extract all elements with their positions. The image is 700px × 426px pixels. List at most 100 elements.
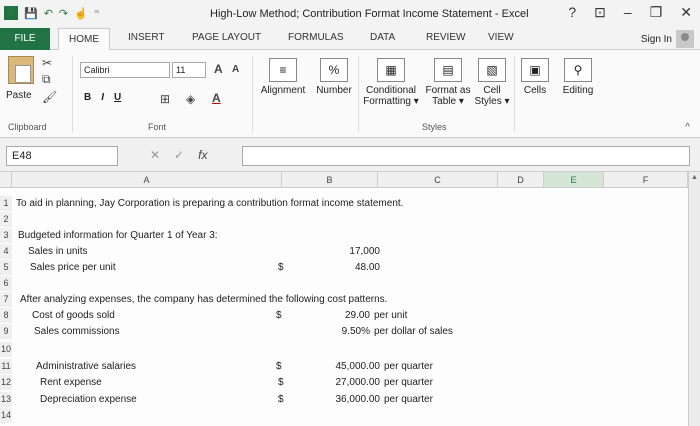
row-header[interactable]: 3 bbox=[0, 228, 12, 243]
column-header-d[interactable]: D bbox=[498, 172, 544, 188]
row-header[interactable]: 1 bbox=[0, 196, 12, 211]
cell-b5[interactable]: 48.00 bbox=[320, 261, 380, 274]
column-header-e[interactable]: E bbox=[544, 172, 604, 188]
tab-insert[interactable]: INSERT bbox=[128, 32, 165, 43]
shrink-font-button[interactable]: A bbox=[232, 64, 239, 75]
cell-styles-button[interactable]: ▧ Cell Styles ▾ bbox=[474, 58, 510, 107]
cell-c9[interactable]: per dollar of sales bbox=[374, 325, 453, 338]
undo-icon[interactable]: ↶ bbox=[44, 7, 53, 20]
cell-b13[interactable]: 36,000.00 bbox=[316, 393, 381, 406]
cell-a5[interactable]: Sales price per unit bbox=[30, 261, 116, 274]
tab-file[interactable]: FILE bbox=[0, 28, 50, 50]
bold-button[interactable]: B bbox=[84, 92, 91, 103]
underline-button[interactable]: U bbox=[114, 92, 121, 103]
format-as-table-button[interactable]: ▤ Format as Table ▾ bbox=[424, 58, 472, 107]
row-header[interactable]: 11 bbox=[0, 359, 12, 374]
tab-data[interactable]: DATA bbox=[370, 32, 395, 43]
alignment-button[interactable]: ≡ Alignment bbox=[258, 58, 308, 96]
cell-b9[interactable]: 9.50% bbox=[310, 325, 370, 338]
cell-b8[interactable]: 29.00 bbox=[310, 309, 370, 322]
font-size-select[interactable]: 11 bbox=[172, 62, 206, 78]
row-header[interactable]: 13 bbox=[0, 392, 12, 407]
cancel-formula-icon[interactable]: ✕ bbox=[150, 148, 160, 162]
format-painter-icon[interactable]: 🖌 bbox=[42, 90, 57, 104]
worksheet-grid[interactable]: A B C D E F 1 2 3 4 5 6 7 8 9 10 11 12 1… bbox=[0, 172, 700, 426]
save-icon[interactable]: 💾 bbox=[24, 7, 38, 20]
cell-c8[interactable]: per unit bbox=[374, 309, 407, 322]
fill-color-icon[interactable]: ◈ bbox=[186, 92, 195, 106]
cell-b11-currency[interactable]: $ bbox=[276, 360, 282, 373]
paste-icon[interactable] bbox=[8, 56, 34, 84]
cell-b8-currency[interactable]: $ bbox=[276, 309, 282, 322]
cell-a4[interactable]: Sales in units bbox=[28, 245, 87, 258]
paste-button[interactable]: Paste bbox=[6, 90, 32, 101]
restore-icon[interactable]: ❐ bbox=[650, 4, 663, 21]
font-name-select[interactable]: Calibri bbox=[80, 62, 170, 78]
cell-a1[interactable]: To aid in planning, Jay Corporation is p… bbox=[16, 197, 403, 210]
grow-font-button[interactable]: A bbox=[214, 62, 223, 76]
touch-mode-icon[interactable]: ☝ bbox=[74, 7, 88, 20]
cell-styles-label-1: Cell bbox=[483, 85, 501, 96]
borders-icon[interactable]: ⊞ bbox=[160, 92, 170, 106]
cell-b13-currency[interactable]: $ bbox=[278, 393, 284, 406]
cell-c12[interactable]: per quarter bbox=[384, 376, 433, 389]
tab-review[interactable]: REVIEW bbox=[426, 32, 465, 43]
conditional-formatting-button[interactable]: ▦ Conditional Formatting ▾ bbox=[362, 58, 420, 107]
cells-button[interactable]: ▣ Cells bbox=[518, 58, 552, 96]
cell-a3[interactable]: Budgeted information for Quarter 1 of Ye… bbox=[18, 229, 218, 242]
tab-formulas[interactable]: FORMULAS bbox=[288, 32, 344, 43]
sign-in[interactable]: Sign In bbox=[641, 30, 694, 48]
cell-a13[interactable]: Depreciation expense bbox=[40, 393, 137, 406]
row-header[interactable]: 14 bbox=[0, 408, 12, 423]
cell-c13[interactable]: per quarter bbox=[384, 393, 433, 406]
name-box[interactable]: E48 bbox=[6, 146, 118, 166]
formula-input[interactable] bbox=[242, 146, 690, 166]
collapse-ribbon-icon[interactable]: ^ bbox=[685, 122, 690, 133]
row-header[interactable]: 9 bbox=[0, 324, 12, 339]
cell-b12-currency[interactable]: $ bbox=[278, 376, 284, 389]
column-header-f[interactable]: F bbox=[604, 172, 688, 188]
cut-icon[interactable]: ✂ bbox=[42, 56, 52, 70]
cell-a8[interactable]: Cost of goods sold bbox=[32, 309, 115, 322]
cell-b4[interactable]: 17,000 bbox=[320, 245, 380, 258]
italic-button[interactable]: I bbox=[101, 92, 104, 103]
row-header[interactable]: 8 bbox=[0, 308, 12, 323]
cell-c11[interactable]: per quarter bbox=[384, 360, 433, 373]
cell-a11[interactable]: Administrative salaries bbox=[36, 360, 136, 373]
close-button[interactable]: ✕ bbox=[680, 4, 692, 21]
copy-icon[interactable]: ⧉ bbox=[42, 72, 51, 87]
redo-icon[interactable]: ↷ bbox=[59, 7, 68, 20]
cell-b11[interactable]: 45,000.00 bbox=[316, 360, 381, 373]
row-header[interactable]: 10 bbox=[0, 342, 12, 357]
row-header[interactable]: 5 bbox=[0, 260, 12, 275]
row-header[interactable]: 12 bbox=[0, 375, 12, 390]
column-header-a[interactable]: A bbox=[12, 172, 282, 188]
column-header-b[interactable]: B bbox=[282, 172, 378, 188]
ribbon-display-icon[interactable]: ⊡ bbox=[594, 4, 606, 21]
row-header[interactable]: 6 bbox=[0, 276, 12, 291]
cell-b12[interactable]: 27,000.00 bbox=[316, 376, 381, 389]
cell-b5-currency[interactable]: $ bbox=[278, 261, 284, 274]
vertical-scrollbar[interactable] bbox=[688, 172, 700, 426]
enter-formula-icon[interactable]: ✓ bbox=[174, 148, 184, 162]
column-header-c[interactable]: C bbox=[378, 172, 498, 188]
font-color-button[interactable]: A bbox=[212, 91, 221, 105]
sign-in-label[interactable]: Sign In bbox=[641, 34, 672, 45]
cell-a12[interactable]: Rent expense bbox=[40, 376, 102, 389]
editing-button[interactable]: ⚲ Editing bbox=[558, 58, 598, 96]
tab-page-layout[interactable]: PAGE LAYOUT bbox=[192, 32, 261, 43]
row-header[interactable]: 2 bbox=[0, 212, 12, 227]
customize-qat-icon[interactable]: ⁼ bbox=[94, 7, 100, 20]
number-button[interactable]: % Number bbox=[312, 58, 356, 96]
tab-view[interactable]: VIEW bbox=[488, 32, 514, 43]
cell-a7[interactable]: After analyzing expenses, the company ha… bbox=[20, 293, 387, 306]
row-header[interactable]: 7 bbox=[0, 292, 12, 307]
insert-function-icon[interactable]: fx bbox=[198, 148, 207, 162]
minimize-button[interactable]: – bbox=[624, 4, 632, 21]
help-button[interactable]: ? bbox=[568, 4, 576, 21]
tab-home[interactable]: HOME bbox=[58, 28, 110, 51]
row-header[interactable]: 4 bbox=[0, 244, 12, 259]
cell-a9[interactable]: Sales commissions bbox=[34, 325, 120, 338]
avatar-icon[interactable] bbox=[676, 30, 694, 48]
select-all-corner[interactable] bbox=[0, 172, 12, 188]
